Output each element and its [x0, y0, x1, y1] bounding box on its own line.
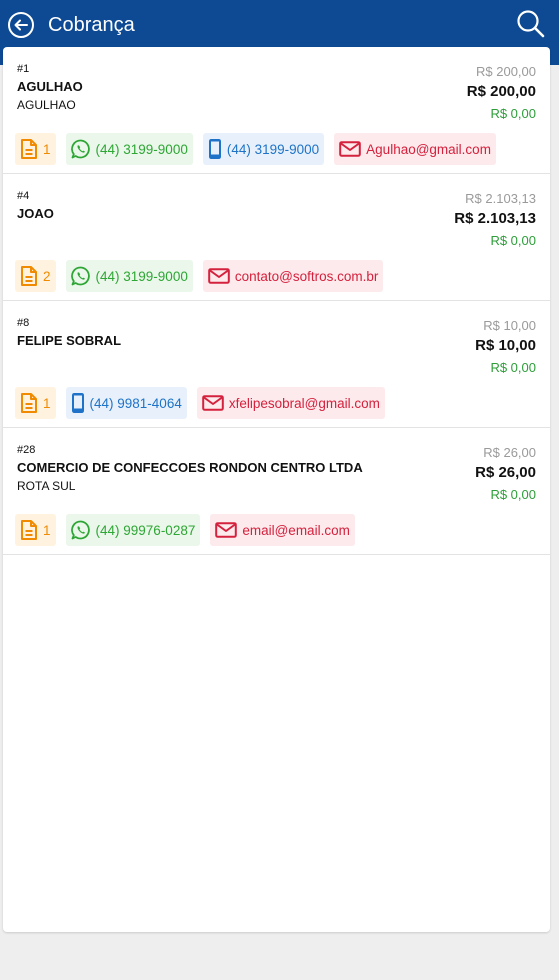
due-amount: R$ 2.103,13: [454, 210, 536, 227]
email-icon: [339, 141, 366, 157]
chip-label: (44) 3199-9000: [95, 141, 188, 157]
chip-label: (44) 99976-0287: [95, 522, 196, 538]
chip-label: (44) 9981-4064: [89, 395, 182, 411]
billing-list: #1 AGULHAO AGULHAO R$ 200,00 R$ 200,00 R…: [3, 47, 550, 932]
chip-label: 2: [43, 268, 51, 284]
document-icon: [20, 393, 43, 413]
search-icon: [517, 10, 545, 38]
customer-name: COMERCIO DE CONFECCOES RONDON CENTRO LTD…: [17, 460, 363, 475]
chip-label: contato@softros.com.br: [234, 268, 379, 284]
paid-amount: R$ 0,00: [490, 233, 536, 248]
chip-label: (44) 3199-9000: [226, 141, 320, 157]
contact-chips: 1 (44) 3199-9000 (44) 3199-9000 Agulhao@…: [15, 133, 496, 165]
chip-label: 1: [43, 141, 51, 157]
customer-name: AGULHAO: [17, 79, 83, 94]
billing-list-item[interactable]: #1 AGULHAO AGULHAO R$ 200,00 R$ 200,00 R…: [3, 47, 550, 174]
email-icon: [202, 395, 229, 411]
contact-chips: 1 (44) 99976-0287 email@email.com: [15, 514, 355, 546]
whatsapp-chip[interactable]: (44) 99976-0287: [65, 514, 201, 546]
customer-subtitle: AGULHAO: [17, 98, 76, 112]
contact-chips: 1 (44) 9981-4064 xfelipesobral@gmail.com: [15, 387, 385, 419]
whatsapp-chip[interactable]: (44) 3199-9000: [65, 133, 193, 165]
document-icon: [20, 266, 43, 286]
chip-label: 1: [43, 395, 51, 411]
back-arrow-icon: [8, 12, 34, 38]
email-chip[interactable]: xfelipesobral@gmail.com: [196, 387, 385, 419]
back-button[interactable]: [6, 10, 36, 40]
whatsapp-icon: [70, 266, 96, 286]
email-icon: [208, 268, 235, 284]
email-chip[interactable]: contato@softros.com.br: [202, 260, 384, 292]
contact-chips: 2 (44) 3199-9000 contato@softros.com.br: [15, 260, 384, 292]
document-icon: [20, 520, 43, 540]
original-amount: R$ 2.103,13: [465, 191, 536, 206]
email-chip[interactable]: email@email.com: [210, 514, 355, 546]
customer-name: FELIPE SOBRAL: [17, 333, 122, 348]
billing-list-item[interactable]: #4 JOAO R$ 2.103,13 R$ 2.103,13 R$ 0,00 …: [3, 174, 550, 301]
document-count-chip[interactable]: 1: [15, 133, 56, 165]
item-id: #28: [17, 444, 36, 456]
item-id: #8: [17, 317, 30, 329]
original-amount: R$ 10,00: [483, 318, 536, 333]
chip-label: 1: [43, 522, 51, 538]
paid-amount: R$ 0,00: [490, 487, 536, 502]
customer-subtitle: ROTA SUL: [17, 479, 76, 493]
original-amount: R$ 26,00: [483, 445, 536, 460]
customer-name: JOAO: [17, 206, 54, 221]
document-icon: [20, 139, 43, 159]
chip-label: (44) 3199-9000: [95, 268, 188, 284]
billing-list-item[interactable]: #28 COMERCIO DE CONFECCOES RONDON CENTRO…: [3, 428, 550, 555]
document-count-chip[interactable]: 1: [15, 514, 56, 546]
page-title: Cobrança: [48, 14, 135, 36]
smartphone-icon: [208, 138, 227, 160]
phone-chip[interactable]: (44) 9981-4064: [65, 387, 187, 419]
due-amount: R$ 10,00: [475, 337, 536, 354]
email-icon: [215, 522, 242, 538]
document-count-chip[interactable]: 1: [15, 387, 56, 419]
due-amount: R$ 200,00: [466, 83, 536, 100]
chip-label: Agulhao@gmail.com: [366, 141, 491, 157]
item-id: #1: [17, 63, 30, 75]
search-button[interactable]: [515, 8, 547, 40]
paid-amount: R$ 0,00: [490, 106, 536, 121]
original-amount: R$ 200,00: [476, 64, 536, 79]
document-count-chip[interactable]: 2: [15, 260, 56, 292]
due-amount: R$ 26,00: [475, 464, 536, 481]
chip-label: xfelipesobral@gmail.com: [228, 395, 380, 411]
phone-chip[interactable]: (44) 3199-9000: [202, 133, 325, 165]
chip-label: email@email.com: [242, 522, 350, 538]
item-id: #4: [17, 190, 30, 202]
whatsapp-icon: [70, 520, 96, 540]
smartphone-icon: [71, 392, 90, 414]
paid-amount: R$ 0,00: [490, 360, 536, 375]
billing-list-item[interactable]: #8 FELIPE SOBRAL R$ 10,00 R$ 10,00 R$ 0,…: [3, 301, 550, 428]
email-chip[interactable]: Agulhao@gmail.com: [334, 133, 496, 165]
whatsapp-icon: [70, 139, 96, 159]
whatsapp-chip[interactable]: (44) 3199-9000: [65, 260, 193, 292]
